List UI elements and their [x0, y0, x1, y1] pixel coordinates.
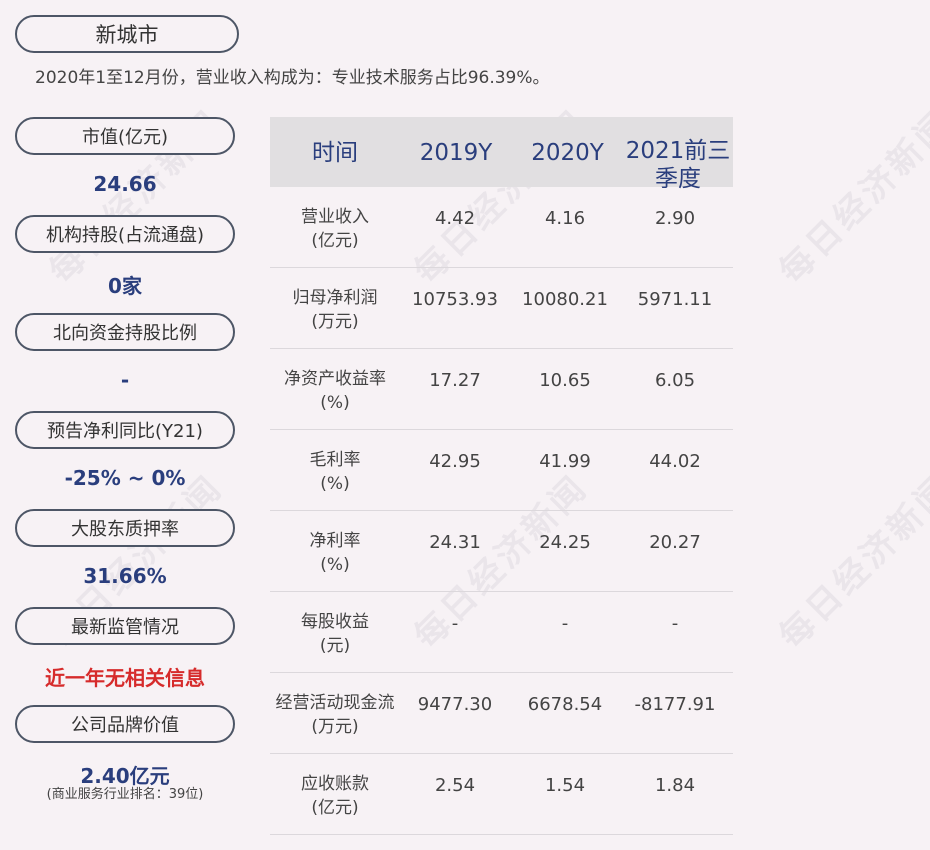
- header-2019: 2019Y: [419, 140, 493, 166]
- table-cell: 5971.11: [637, 289, 713, 310]
- table-cell: 24.25: [539, 532, 591, 553]
- table-row: 经营活动现金流 (万元) 9477.30 6678.54 -8177.91: [270, 673, 733, 754]
- table-cell: 44.02: [649, 451, 701, 472]
- table-header: 时间 2019Y 2020Y 2021前三 季度: [270, 117, 733, 192]
- northbound-holding-value: -: [120, 368, 130, 392]
- header-time: 时间: [312, 140, 358, 166]
- table-row: 每股收益 (元) - - -: [270, 592, 733, 673]
- table-cell: 1.54: [544, 775, 586, 796]
- brand-rank-note: (商业服务行业排名：39位): [46, 787, 204, 802]
- revenue-composition-note: 2020年1至12月份，营业收入构成为：专业技术服务占比96.39%。: [35, 68, 550, 88]
- row-label: 净利率 (%): [309, 531, 361, 575]
- table-cell: 24.31: [429, 532, 481, 553]
- watermark: 每日经济新闻: [771, 102, 930, 292]
- row-label: 归母净利润 (万元): [292, 288, 378, 332]
- table-cell: 6.05: [654, 370, 696, 391]
- table-cell: 2.54: [434, 775, 476, 796]
- company-title: 新城市: [15, 15, 239, 53]
- watermark: 每日经济新闻: [771, 467, 930, 657]
- row-label: 每股收益 (元): [301, 612, 369, 656]
- row-label: 经营活动现金流 (万元): [275, 693, 395, 737]
- table-cell: 9477.30: [417, 694, 493, 715]
- brand-value-label: 公司品牌价值: [15, 705, 235, 743]
- institutional-holdings-value: 0家: [108, 274, 142, 298]
- table-cell: 4.16: [544, 208, 586, 229]
- market-cap-value: 24.66: [93, 172, 157, 196]
- table-cell: 20.27: [649, 532, 701, 553]
- pledge-ratio-label: 大股东质押率: [15, 509, 235, 547]
- table-cell: 42.95: [429, 451, 481, 472]
- table-cell: -: [451, 613, 459, 634]
- table-row: 应收账款 (亿元) 2.54 1.54 1.84: [270, 754, 733, 835]
- table-cell: 41.99: [539, 451, 591, 472]
- table-cell: -: [671, 613, 679, 634]
- row-label: 应收账款 (亿元): [301, 774, 369, 818]
- table-cell: 17.27: [429, 370, 481, 391]
- table-cell: 10.65: [539, 370, 591, 391]
- table-row: 归母净利润 (万元) 10753.93 10080.21 5971.11: [270, 268, 733, 349]
- northbound-holding-label: 北向资金持股比例: [15, 313, 235, 351]
- pledge-ratio-value: 31.66%: [83, 564, 167, 588]
- header-2020: 2020Y: [531, 140, 604, 166]
- profit-forecast-label: 预告净利同比(Y21): [15, 411, 235, 449]
- financial-table: 时间 2019Y 2020Y 2021前三 季度 营业收入 (亿元) 4.42 4.1…: [270, 117, 733, 835]
- institutional-holdings-label: 机构持股(占流通盘): [15, 215, 235, 253]
- table-cell: 10753.93: [412, 289, 498, 310]
- table-cell: 2.90: [654, 208, 696, 229]
- row-label: 毛利率 (%): [309, 450, 361, 494]
- regulatory-status-value: 近一年无相关信息: [45, 666, 205, 690]
- table-row: 净利率 (%) 24.31 24.25 20.27: [270, 511, 733, 592]
- header-2021-q3: 2021前三 季度: [625, 138, 731, 192]
- profit-forecast-value: -25% ~ 0%: [64, 466, 186, 490]
- table-row: 净资产收益率 (%) 17.27 10.65 6.05: [270, 349, 733, 430]
- table-cell: 6678.54: [527, 694, 603, 715]
- table-cell: 4.42: [434, 208, 476, 229]
- table-cell: 10080.21: [522, 289, 608, 310]
- regulatory-status-label: 最新监管情况: [15, 607, 235, 645]
- row-label: 营业收入 (亿元): [301, 207, 369, 251]
- table-cell: -8177.91: [634, 694, 716, 715]
- market-cap-label: 市值(亿元): [15, 117, 235, 155]
- table-cell: -: [561, 613, 569, 634]
- table-row: 营业收入 (亿元) 4.42 4.16 2.90: [270, 187, 733, 268]
- table-row: 毛利率 (%) 42.95 41.99 44.02: [270, 430, 733, 511]
- row-label: 净资产收益率 (%): [284, 369, 386, 413]
- table-cell: 1.84: [654, 775, 696, 796]
